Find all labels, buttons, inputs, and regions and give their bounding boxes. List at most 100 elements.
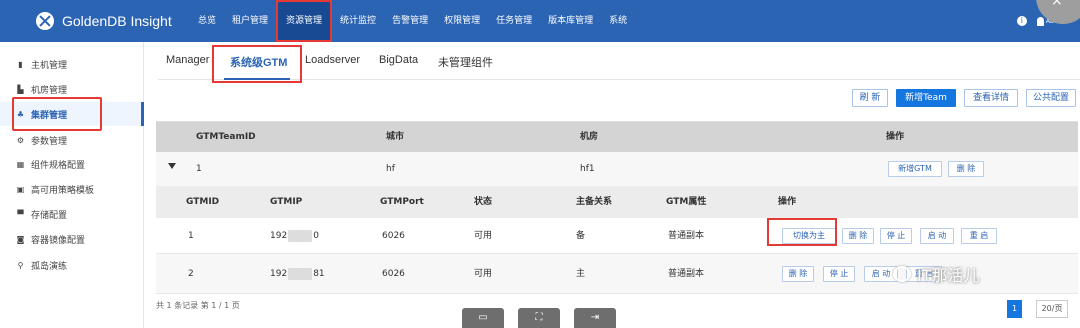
refresh-button[interactable]: 刷 新 <box>852 89 888 107</box>
header-city: 城市 <box>386 132 405 142</box>
stop-gtm-button[interactable]: 停 止 <box>880 228 912 244</box>
gtm-id: 1 <box>188 231 194 241</box>
delete-gtm-button[interactable]: 删 除 <box>842 228 874 244</box>
wechat-icon <box>893 266 911 282</box>
sidebar-item-parameter[interactable]: ⚙ 参数管理 <box>16 131 67 149</box>
resource-tabs: Manager 系统级GTM Loadserver BigData 未管理组件 <box>158 42 1080 83</box>
fit-screen-icon[interactable]: ▭ <box>462 308 504 328</box>
team-room: hf1 <box>580 164 595 174</box>
view-details-button[interactable]: 查看详情 <box>964 89 1018 107</box>
public-config-button[interactable]: 公共配置 <box>1026 89 1076 107</box>
settings-icon: ⚙ <box>16 135 25 145</box>
team-city: hf <box>386 164 395 174</box>
pagination: 1 20/页 <box>1007 300 1068 318</box>
delete-gtm-button[interactable]: 删 除 <box>782 266 814 282</box>
gtm-port: 6026 <box>382 269 405 279</box>
cluster-icon: ♣ <box>16 109 25 119</box>
tab-unmanaged-components[interactable]: 未管理组件 <box>438 54 493 70</box>
server-icon: ▮ <box>18 59 23 69</box>
sidebar-item-container-image[interactable]: ◙ 容器镜像配置 <box>16 230 85 248</box>
nav-permission-management[interactable]: 权限管理 <box>436 0 488 42</box>
gtm-role: 主 <box>576 269 586 279</box>
collapse-caret-icon[interactable] <box>168 163 176 169</box>
tab-manager[interactable]: Manager <box>166 54 209 66</box>
sidebar: ▮ 主机管理 ▙ 机房管理 ♣ 集群管理 ⚙ 参数管理 ▦ 组件规格配置 ▣ 高可用策略模板… <box>0 42 144 328</box>
watermark-text: IT那活儿 <box>917 266 980 285</box>
header-gtm-id: GTMID <box>186 197 220 207</box>
nav-statistics-monitoring[interactable]: 统计监控 <box>332 0 384 42</box>
start-gtm-button[interactable]: 启 动 <box>920 228 954 244</box>
grid-icon: ▦ <box>16 159 25 169</box>
team-table-header: GTMTeamID 城市 机房 操作 <box>156 122 1078 152</box>
building-icon: ▙ <box>17 84 24 94</box>
gtm-attribute: 普通副本 <box>668 231 705 241</box>
nav-version-library[interactable]: 版本库管理 <box>540 0 601 42</box>
new-team-button[interactable]: 新增Team <box>896 89 956 107</box>
goldendb-logo-icon <box>36 12 54 30</box>
ip-redaction <box>288 267 313 280</box>
gtm-status: 可用 <box>474 269 493 279</box>
sidebar-item-storage[interactable]: ▀ 存储配置 <box>16 205 67 223</box>
tab-system-gtm[interactable]: 系统级GTM <box>230 54 287 70</box>
gtm-status: 可用 <box>474 231 493 241</box>
gtm-table-header: GTMID GTMIP GTMPort 状态 主备关系 GTM属性 操作 <box>156 186 1078 218</box>
page-size-select[interactable]: 20/页 <box>1036 300 1068 318</box>
nav-resource-management[interactable]: 资源管理 <box>276 0 333 42</box>
nav-task-management[interactable]: 任务管理 <box>488 0 540 42</box>
gtm-id: 2 <box>188 269 194 279</box>
header-role: 主备关系 <box>576 197 613 207</box>
link-icon: ⚲ <box>17 260 24 270</box>
switch-primary-red-highlight-box <box>767 218 837 246</box>
fullscreen-icon[interactable]: ⛶ <box>518 308 560 328</box>
sidebar-item-room[interactable]: ▙ 机房管理 <box>16 80 67 98</box>
storage-icon: ▀ <box>17 209 24 219</box>
document-icon: ▣ <box>16 184 25 194</box>
nav-tenant-management[interactable]: 租户管理 <box>224 0 276 42</box>
disk-icon: ◙ <box>16 234 25 244</box>
active-tab-underline <box>224 78 290 80</box>
record-summary: 共 1 条记录 第 1 / 1 页 <box>156 301 240 310</box>
user-icon <box>1036 16 1044 26</box>
page-current[interactable]: 1 <box>1007 300 1022 318</box>
header-gtm-ip: GTMIP <box>270 197 303 207</box>
header-gtm-team-id: GTMTeamID <box>196 132 256 142</box>
wechat-watermark: IT那活儿 <box>893 262 980 286</box>
sidebar-item-island-drill[interactable]: ⚲ 孤岛演练 <box>16 256 67 274</box>
header-gtm-attribute: GTM属性 <box>666 197 707 207</box>
gtm-ip: 192 0 <box>270 229 319 242</box>
app-logo[interactable]: GoldenDB Insight <box>36 12 172 30</box>
close-icon: × <box>1051 0 1063 9</box>
gtm-ip: 192 81 <box>270 267 325 280</box>
gtm-attribute: 普通副本 <box>668 269 705 279</box>
gtm-port: 6026 <box>382 231 405 241</box>
gtm-role: 备 <box>576 231 586 241</box>
team-id: 1 <box>196 164 202 174</box>
delete-team-button[interactable]: 删 除 <box>948 161 984 177</box>
header-actions: 操作 <box>886 132 905 142</box>
nav-overview[interactable]: 总览 <box>190 0 224 42</box>
team-row: 1 hf hf1 新增GTM 删 除 <box>156 152 1078 186</box>
sidebar-item-ha-template[interactable]: ▣ 高可用策略模板 <box>16 180 94 198</box>
tab-bigdata[interactable]: BigData <box>379 54 418 66</box>
tab-loadserver[interactable]: Loadserver <box>305 54 360 66</box>
ip-redaction <box>288 229 313 242</box>
sidebar-item-host[interactable]: ▮ 主机管理 <box>16 55 67 73</box>
top-navigation-bar: GoldenDB Insight 总览 租户管理 资源管理 统计监控 告警管理 … <box>0 0 1080 42</box>
header-room: 机房 <box>580 132 599 142</box>
header-gtm-port: GTMPort <box>380 197 424 207</box>
stop-gtm-button[interactable]: 停 止 <box>823 266 855 282</box>
restart-gtm-button[interactable]: 重 启 <box>961 228 997 244</box>
gtm-row: 1 192 0 6026 可用 备 普通副本 切换为主 删 除 停 止 启 动 重… <box>156 218 1078 254</box>
header-status: 状态 <box>474 197 493 207</box>
header-gtm-actions: 操作 <box>778 197 797 207</box>
app-title: GoldenDB Insight <box>62 13 172 29</box>
help-icon[interactable]: i <box>1016 16 1027 26</box>
export-icon[interactable]: ⇥ <box>574 308 616 328</box>
sidebar-item-cluster[interactable]: ♣ 集群管理 <box>16 105 67 123</box>
new-gtm-button[interactable]: 新增GTM <box>888 161 942 177</box>
nav-alarm-management[interactable]: 告警管理 <box>384 0 436 42</box>
nav-system[interactable]: 系统 <box>601 0 635 42</box>
sidebar-item-component-spec[interactable]: ▦ 组件规格配置 <box>16 155 85 173</box>
main-nav: 总览 租户管理 资源管理 统计监控 告警管理 权限管理 任务管理 版本库管理 系… <box>190 0 635 42</box>
bottom-toolbar: ▭ ⛶ ⇥ <box>462 308 642 328</box>
